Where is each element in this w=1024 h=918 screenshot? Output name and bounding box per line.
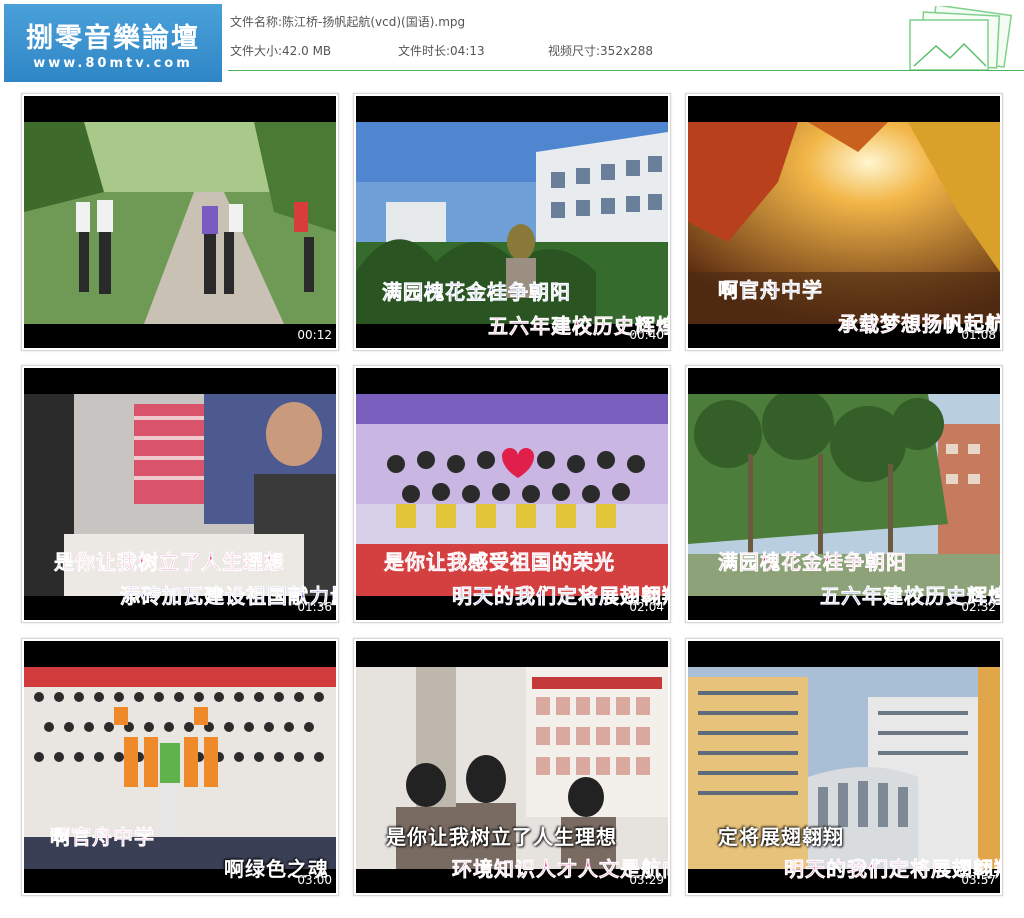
lyric-line-1: 啊官舟中学: [50, 825, 155, 850]
timestamp: 03:29: [629, 873, 664, 887]
resolution-value: 352x288: [600, 44, 653, 58]
picture-stack-icon: [909, 6, 1013, 71]
timestamp: 01:36: [297, 600, 332, 614]
timestamp: 01:08: [961, 328, 996, 342]
lyric-line-1: 定将展翅翱翔: [718, 825, 844, 849]
lyric-line-1: 满园槐花金桂争朝阳: [382, 280, 571, 305]
thumbnail-card[interactable]: 满园槐花金桂争朝阳 五六年建校历史辉煌 00:40: [353, 93, 671, 351]
video-frame: 满园槐花金桂争朝阳 五六年建校历史辉煌 02:32: [688, 368, 1000, 620]
logo-title: 捌零音樂論壇: [26, 23, 200, 54]
duration-label: 文件时长:: [398, 44, 451, 58]
timestamp: 02:32: [961, 600, 996, 614]
lyric-line-1: 是你让我树立了人生理想: [386, 825, 617, 849]
file-name-value: 陈江桥-扬帆起航(vcd)(国语).mpg: [282, 15, 466, 29]
video-frame: 啊官舟中学 啊绿色之魂 03:00: [24, 641, 336, 893]
video-frame: 00:12: [24, 96, 336, 348]
lyric-line-1: 满园槐花金桂争朝阳: [718, 550, 907, 575]
file-size-label: 文件大小:: [230, 44, 283, 58]
thumbnail-card[interactable]: 是你让我树立了人生理想 环境知识人才人文是航向 03:29: [353, 638, 671, 896]
video-frame: 定将展翅翱翔 明天的我们定将展翅翱翔 03:57: [688, 641, 1000, 893]
thumbnail-card[interactable]: 啊官舟中学 啊绿色之魂 03:00: [21, 638, 339, 896]
timestamp: 03:57: [961, 873, 996, 887]
thumbnail-card[interactable]: 定将展翅翱翔 明天的我们定将展翅翱翔 03:57: [685, 638, 1003, 896]
header-divider: [228, 70, 1024, 71]
thumbnail-card[interactable]: 满园槐花金桂争朝阳 五六年建校历史辉煌 02:32: [685, 365, 1003, 623]
thumbnail-card[interactable]: 00:12: [21, 93, 339, 351]
timestamp: 02:04: [629, 600, 664, 614]
resolution-row: 视频尺寸:352x288: [548, 42, 653, 59]
timestamp: 00:40: [629, 328, 664, 342]
site-logo: 捌零音樂論壇 www.80mtv.com: [4, 4, 222, 82]
duration-row: 文件时长:04:13: [398, 42, 485, 59]
thumbnail-card[interactable]: 是你让我感受祖国的荣光 明天的我们定将展翅翱翔 02:04: [353, 365, 671, 623]
file-size-value: 42.0 MB: [282, 44, 332, 58]
video-frame: 啊官舟中学 承载梦想扬帆起航 01:08: [688, 96, 1000, 348]
file-name-row: 文件名称:陈江桥-扬帆起航(vcd)(国语).mpg: [230, 13, 465, 30]
lyric-line-1: 是你让我感受祖国的荣光: [384, 550, 615, 575]
thumbnail-card[interactable]: 是你让我树立了人生理想 添砖加瓦建设祖国献力量 01:36: [21, 365, 339, 623]
lyric-line-1: 啊官舟中学: [718, 278, 823, 303]
logo-url: www.80mtv.com: [33, 56, 193, 71]
video-frame: 满园槐花金桂争朝阳 五六年建校历史辉煌 00:40: [356, 96, 668, 348]
scene-image: [24, 122, 336, 324]
thumbnail-card[interactable]: 啊官舟中学 承载梦想扬帆起航 01:08: [685, 93, 1003, 351]
duration-value: 04:13: [450, 44, 485, 58]
lyric-line-1: 是你让我树立了人生理想: [54, 550, 285, 575]
file-name-label: 文件名称:: [230, 15, 283, 29]
video-frame: 是你让我树立了人生理想 环境知识人才人文是航向 03:29: [356, 641, 668, 893]
resolution-label: 视频尺寸:: [548, 44, 601, 58]
video-frame: 是你让我感受祖国的荣光 明天的我们定将展翅翱翔 02:04: [356, 368, 668, 620]
video-frame: 是你让我树立了人生理想 添砖加瓦建设祖国献力量 01:36: [24, 368, 336, 620]
timestamp: 03:00: [297, 873, 332, 887]
file-size-row: 文件大小:42.0 MB: [230, 42, 331, 59]
timestamp: 00:12: [297, 328, 332, 342]
